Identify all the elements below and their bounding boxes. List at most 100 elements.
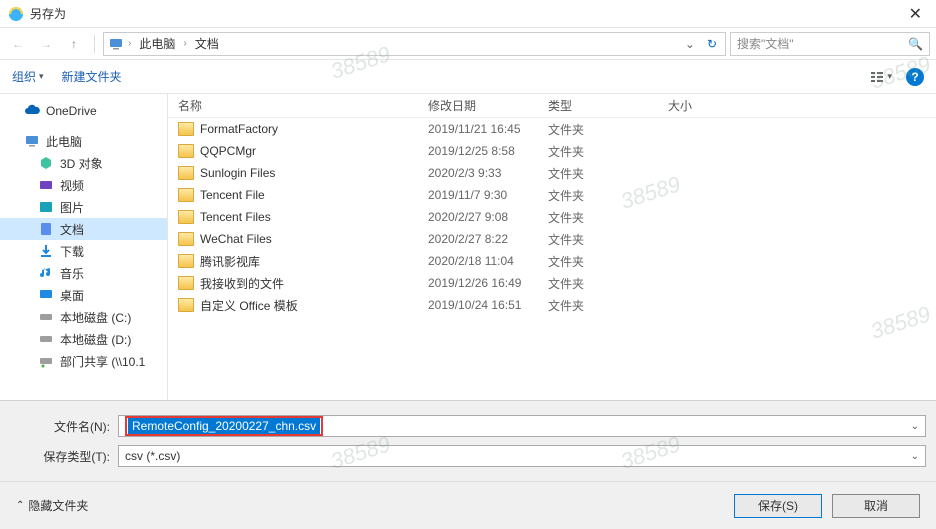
breadcrumb-root[interactable]: 此电脑 — [135, 35, 179, 52]
tree-item-videos[interactable]: 视频 — [0, 174, 167, 196]
file-type: 文件夹 — [548, 187, 668, 204]
dialog-footer: ⌃ 隐藏文件夹 保存(S) 取消 — [0, 481, 936, 529]
folder-icon — [178, 144, 194, 158]
main-area: OneDrive 此电脑 3D 对象 视频 图片 文档 下载 音乐 桌面 本地磁… — [0, 94, 936, 400]
col-name[interactable]: 名称 — [168, 97, 428, 114]
back-button[interactable]: ← — [6, 32, 30, 56]
folder-icon — [178, 298, 194, 312]
filename-label: 文件名(N): — [10, 418, 110, 435]
tree-item-documents[interactable]: 文档 — [0, 218, 167, 240]
video-icon — [38, 177, 54, 193]
window-title: 另存为 — [30, 5, 903, 22]
save-form: 文件名(N): RemoteConfig_20200227_chn.csv ⌄ … — [0, 400, 936, 481]
chevron-down-icon: ▾ — [887, 71, 892, 82]
nav-tree: OneDrive 此电脑 3D 对象 视频 图片 文档 下载 音乐 桌面 本地磁… — [0, 94, 168, 400]
cancel-button[interactable]: 取消 — [832, 494, 920, 518]
file-name: QQPCMgr — [200, 144, 256, 158]
help-button[interactable]: ? — [906, 68, 924, 86]
table-row[interactable]: WeChat Files2020/2/27 8:22文件夹 — [168, 228, 936, 250]
search-icon: 🔍 — [908, 37, 923, 51]
tree-item-music[interactable]: 音乐 — [0, 262, 167, 284]
tree-item-disk-d[interactable]: 本地磁盘 (D:) — [0, 328, 167, 350]
filetype-value: csv (*.csv) — [125, 449, 911, 463]
file-date: 2019/10/24 16:51 — [428, 298, 548, 312]
folder-icon — [178, 210, 194, 224]
table-row[interactable]: 自定义 Office 模板 2019/10/24 16:51文件夹 — [168, 294, 936, 316]
file-type: 文件夹 — [548, 275, 668, 292]
view-mode-button[interactable]: ▾ — [869, 69, 892, 85]
desktop-icon — [38, 287, 54, 303]
filetype-field[interactable]: csv (*.csv) ⌄ — [118, 445, 926, 467]
folder-icon — [178, 254, 194, 268]
cloud-icon — [24, 103, 40, 119]
table-row[interactable]: Sunlogin Files 2020/2/3 9:33文件夹 — [168, 162, 936, 184]
file-type: 文件夹 — [548, 209, 668, 226]
file-date: 2020/2/18 11:04 — [428, 254, 548, 268]
file-name: 腾讯影视库 — [200, 253, 260, 270]
organize-button[interactable]: 组织 ▾ — [12, 68, 44, 85]
table-row[interactable]: 腾讯影视库 2020/2/18 11:04文件夹 — [168, 250, 936, 272]
folder-icon — [178, 188, 194, 202]
list-body: FormatFactory2019/11/21 16:45文件夹QQPCMgr2… — [168, 118, 936, 400]
file-name: 自定义 Office 模板 — [200, 297, 298, 314]
tree-item-desktop[interactable]: 桌面 — [0, 284, 167, 306]
tree-onedrive[interactable]: OneDrive — [0, 100, 167, 122]
filename-value: RemoteConfig_20200227_chn.csv — [128, 418, 320, 434]
tree-item-3d[interactable]: 3D 对象 — [0, 152, 167, 174]
up-button[interactable]: ↑ — [62, 32, 86, 56]
file-type: 文件夹 — [548, 253, 668, 270]
chevron-up-icon: ⌃ — [16, 500, 24, 511]
file-type: 文件夹 — [548, 297, 668, 314]
search-input[interactable]: 搜索"文档" 🔍 — [730, 32, 930, 56]
tree-item-disk-c[interactable]: 本地磁盘 (C:) — [0, 306, 167, 328]
breadcrumb-folder[interactable]: 文档 — [191, 35, 223, 52]
tree-thispc[interactable]: 此电脑 — [0, 130, 167, 152]
table-row[interactable]: 我接收到的文件2019/12/26 16:49文件夹 — [168, 272, 936, 294]
table-row[interactable]: FormatFactory2019/11/21 16:45文件夹 — [168, 118, 936, 140]
address-bar[interactable]: › 此电脑 › 文档 ⌄ ↻ — [103, 32, 726, 56]
table-row[interactable]: Tencent Files2020/2/27 9:08文件夹 — [168, 206, 936, 228]
folder-icon — [178, 276, 194, 290]
forward-button[interactable]: → — [34, 32, 58, 56]
disk-icon — [38, 309, 54, 325]
separator — [94, 35, 95, 53]
view-icon — [869, 69, 885, 85]
disk-icon — [38, 331, 54, 347]
title-bar: 另存为 ✕ — [0, 0, 936, 28]
refresh-icon[interactable]: ↻ — [703, 37, 721, 51]
save-button[interactable]: 保存(S) — [734, 494, 822, 518]
close-icon[interactable]: ✕ — [903, 4, 928, 24]
file-type: 文件夹 — [548, 231, 668, 248]
cube-icon — [38, 155, 54, 171]
file-date: 2019/11/7 9:30 — [428, 188, 548, 202]
tree-item-downloads[interactable]: 下载 — [0, 240, 167, 262]
tree-item-pictures[interactable]: 图片 — [0, 196, 167, 218]
table-row[interactable]: QQPCMgr2019/12/25 8:58文件夹 — [168, 140, 936, 162]
file-name: 我接收到的文件 — [200, 275, 284, 292]
filetype-label: 保存类型(T): — [10, 448, 110, 465]
col-size[interactable]: 大小 — [668, 97, 748, 114]
file-type: 文件夹 — [548, 165, 668, 182]
file-date: 2020/2/27 8:22 — [428, 232, 548, 246]
chevron-down-icon[interactable]: ⌄ — [911, 421, 919, 432]
file-list: 名称 修改日期 类型 大小 FormatFactory2019/11/21 16… — [168, 94, 936, 400]
list-header: 名称 修改日期 类型 大小 — [168, 94, 936, 118]
col-type[interactable]: 类型 — [548, 97, 668, 114]
file-date: 2020/2/27 9:08 — [428, 210, 548, 224]
file-type: 文件夹 — [548, 143, 668, 160]
network-disk-icon — [38, 353, 54, 369]
new-folder-button[interactable]: 新建文件夹 — [62, 68, 122, 85]
filename-field[interactable]: RemoteConfig_20200227_chn.csv ⌄ — [118, 415, 926, 437]
folder-icon — [178, 232, 194, 246]
hide-folders-toggle[interactable]: ⌃ 隐藏文件夹 — [16, 497, 88, 514]
file-date: 2020/2/3 9:33 — [428, 166, 548, 180]
file-name: Sunlogin Files — [200, 166, 275, 180]
pc-icon — [24, 133, 40, 149]
address-dropdown-icon[interactable]: ⌄ — [681, 37, 699, 51]
download-icon — [38, 243, 54, 259]
ie-icon — [8, 6, 24, 22]
tree-item-network[interactable]: 部门共享 (\\10.1 — [0, 350, 167, 372]
col-date[interactable]: 修改日期 — [428, 97, 548, 114]
table-row[interactable]: Tencent File2019/11/7 9:30文件夹 — [168, 184, 936, 206]
chevron-down-icon[interactable]: ⌄ — [911, 451, 919, 462]
